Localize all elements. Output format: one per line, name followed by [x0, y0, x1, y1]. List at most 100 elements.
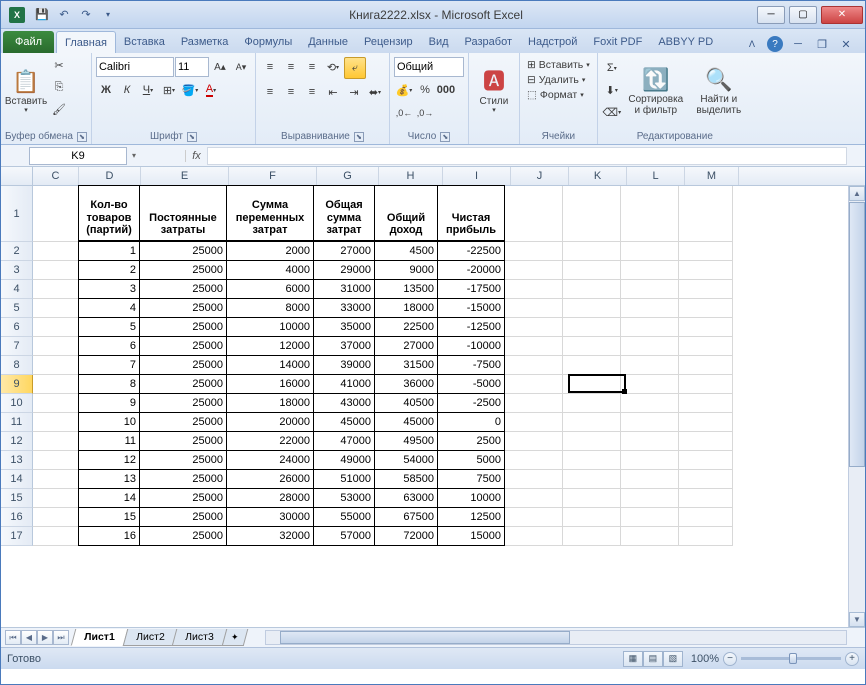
insert-cells-button[interactable]: ⊞Вставить▾ — [524, 58, 593, 72]
tab-foxit[interactable]: Foxit PDF — [585, 31, 650, 53]
doc-restore-icon[interactable]: ❐ — [813, 35, 831, 53]
cell-H14[interactable]: 58500 — [374, 469, 438, 489]
cell-G16[interactable]: 55000 — [313, 507, 375, 527]
cell-D17[interactable]: 16 — [78, 526, 140, 546]
cell-I16[interactable]: 12500 — [437, 507, 505, 527]
tab-insert[interactable]: Вставка — [116, 31, 173, 53]
tab-home[interactable]: Главная — [56, 31, 116, 53]
cell-E8[interactable]: 25000 — [139, 355, 227, 375]
cell-G3[interactable]: 29000 — [313, 260, 375, 280]
fill-color-icon[interactable]: 🪣▾ — [180, 80, 200, 100]
sort-filter-button[interactable]: 🔃 Сортировка и фильтр — [624, 55, 688, 129]
font-name-select[interactable] — [96, 57, 174, 77]
cell-F7[interactable]: 12000 — [226, 336, 314, 356]
help-icon[interactable]: ? — [767, 36, 783, 52]
cell-C13[interactable] — [33, 451, 79, 470]
col-header-D[interactable]: D — [79, 167, 141, 185]
cell-L5[interactable] — [621, 299, 679, 318]
cell-F10[interactable]: 18000 — [226, 393, 314, 413]
cell-F11[interactable]: 20000 — [226, 412, 314, 432]
cell-G6[interactable]: 35000 — [313, 317, 375, 337]
zoom-thumb[interactable] — [789, 653, 797, 664]
cell-C1[interactable] — [33, 186, 79, 242]
zoom-out-icon[interactable]: − — [723, 652, 737, 666]
col-header-K[interactable]: K — [569, 167, 627, 185]
cell-F1[interactable]: Сумма переменных затрат — [226, 185, 314, 241]
autosum-icon[interactable]: Σ▾ — [602, 58, 622, 78]
row-header-8[interactable]: 8 — [1, 356, 33, 375]
cell-D16[interactable]: 15 — [78, 507, 140, 527]
cell-D14[interactable]: 13 — [78, 469, 140, 489]
cell-L16[interactable] — [621, 508, 679, 527]
grow-font-icon[interactable]: A▴ — [210, 57, 230, 77]
zoom-in-icon[interactable]: + — [845, 652, 859, 666]
cell-F14[interactable]: 26000 — [226, 469, 314, 489]
zoom-level[interactable]: 100% — [691, 653, 719, 665]
cell-H11[interactable]: 45000 — [374, 412, 438, 432]
cell-K6[interactable] — [563, 318, 621, 337]
cell-H6[interactable]: 22500 — [374, 317, 438, 337]
cell-K3[interactable] — [563, 261, 621, 280]
cell-G15[interactable]: 53000 — [313, 488, 375, 508]
row-header-7[interactable]: 7 — [1, 337, 33, 356]
cell-J4[interactable] — [505, 280, 563, 299]
cell-H10[interactable]: 40500 — [374, 393, 438, 413]
cell-H7[interactable]: 27000 — [374, 336, 438, 356]
col-header-L[interactable]: L — [627, 167, 685, 185]
cell-L9[interactable] — [621, 375, 679, 394]
cell-J9[interactable] — [505, 375, 563, 394]
sheet-tab-1[interactable]: Лист1 — [71, 629, 128, 646]
cell-F5[interactable]: 8000 — [226, 298, 314, 318]
cell-L11[interactable] — [621, 413, 679, 432]
font-color-icon[interactable]: A▾ — [201, 80, 221, 100]
cell-J12[interactable] — [505, 432, 563, 451]
currency-icon[interactable]: 💰▾ — [394, 80, 414, 100]
formula-input[interactable] — [207, 147, 847, 165]
new-sheet-icon[interactable]: ✦ — [222, 629, 248, 646]
tab-nav-last-icon[interactable]: ⏭ — [53, 630, 69, 645]
cell-F15[interactable]: 28000 — [226, 488, 314, 508]
cell-D7[interactable]: 6 — [78, 336, 140, 356]
merge-icon[interactable]: ⬌▾ — [365, 82, 385, 102]
cell-E4[interactable]: 25000 — [139, 279, 227, 299]
tab-data[interactable]: Данные — [300, 31, 356, 53]
cell-G5[interactable]: 33000 — [313, 298, 375, 318]
tab-nav-prev-icon[interactable]: ◀ — [21, 630, 37, 645]
cell-I10[interactable]: -2500 — [437, 393, 505, 413]
cell-D6[interactable]: 5 — [78, 317, 140, 337]
cell-G9[interactable]: 41000 — [313, 374, 375, 394]
cell-M16[interactable] — [679, 508, 733, 527]
align-middle-icon[interactable]: ≡ — [281, 57, 301, 77]
cell-C5[interactable] — [33, 299, 79, 318]
cell-M9[interactable] — [679, 375, 733, 394]
cell-C17[interactable] — [33, 527, 79, 546]
normal-view-icon[interactable]: ▦ — [623, 651, 643, 667]
cell-E12[interactable]: 25000 — [139, 431, 227, 451]
row-header-11[interactable]: 11 — [1, 413, 33, 432]
cell-I12[interactable]: 2500 — [437, 431, 505, 451]
cell-G4[interactable]: 31000 — [313, 279, 375, 299]
cell-D15[interactable]: 14 — [78, 488, 140, 508]
cell-H9[interactable]: 36000 — [374, 374, 438, 394]
row-header-3[interactable]: 3 — [1, 261, 33, 280]
cell-I6[interactable]: -12500 — [437, 317, 505, 337]
align-right-icon[interactable]: ≡ — [302, 82, 322, 102]
cell-M2[interactable] — [679, 242, 733, 261]
row-header-16[interactable]: 16 — [1, 508, 33, 527]
cell-C16[interactable] — [33, 508, 79, 527]
cell-I13[interactable]: 5000 — [437, 450, 505, 470]
align-bottom-icon[interactable]: ≡ — [302, 57, 322, 77]
cell-M8[interactable] — [679, 356, 733, 375]
cell-E9[interactable]: 25000 — [139, 374, 227, 394]
cell-M7[interactable] — [679, 337, 733, 356]
cell-J14[interactable] — [505, 470, 563, 489]
row-header-9[interactable]: 9 — [1, 375, 33, 394]
fill-icon[interactable]: ⬇▾ — [602, 80, 622, 100]
italic-icon[interactable]: К — [117, 80, 137, 100]
cell-I3[interactable]: -20000 — [437, 260, 505, 280]
file-tab[interactable]: Файл — [3, 31, 54, 53]
cell-E14[interactable]: 25000 — [139, 469, 227, 489]
delete-cells-button[interactable]: ⊟Удалить▾ — [524, 73, 593, 87]
cell-H1[interactable]: Общий доход — [374, 185, 438, 241]
cell-H5[interactable]: 18000 — [374, 298, 438, 318]
